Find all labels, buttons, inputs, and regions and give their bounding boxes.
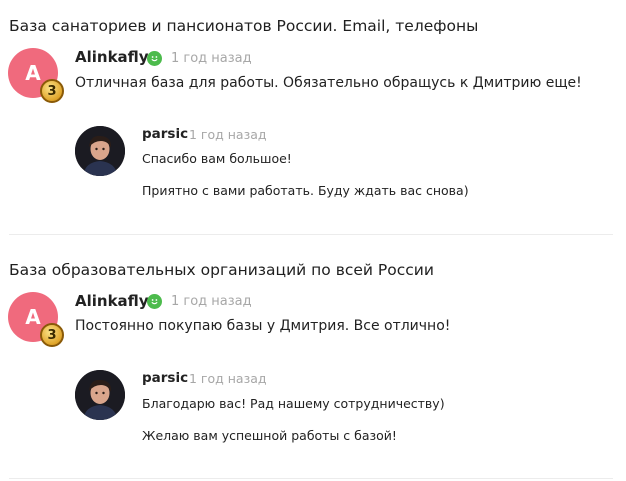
level-badge-icon: 3 xyxy=(40,323,64,347)
verified-smile-icon xyxy=(147,294,162,309)
reply-avatar[interactable] xyxy=(75,370,125,420)
thread-divider xyxy=(9,478,613,479)
thread-title[interactable]: База образовательных организаций по всей… xyxy=(9,261,434,279)
comment-time: 1 год назад xyxy=(171,294,252,309)
reply-text-line: Желаю вам успешной работы с базой! xyxy=(142,428,397,443)
reply-text-line: Благодарю вас! Рад нашему сотрудничеству… xyxy=(142,396,445,411)
reply-author-name[interactable]: parsic xyxy=(142,370,188,386)
author-name[interactable]: Alinkafly xyxy=(75,292,149,310)
review-thread: База образовательных организаций по всей… xyxy=(0,0,626,481)
comment-text: Постоянно покупаю базы у Дмитрия. Все от… xyxy=(75,318,451,334)
reply-time: 1 год назад xyxy=(189,371,267,386)
